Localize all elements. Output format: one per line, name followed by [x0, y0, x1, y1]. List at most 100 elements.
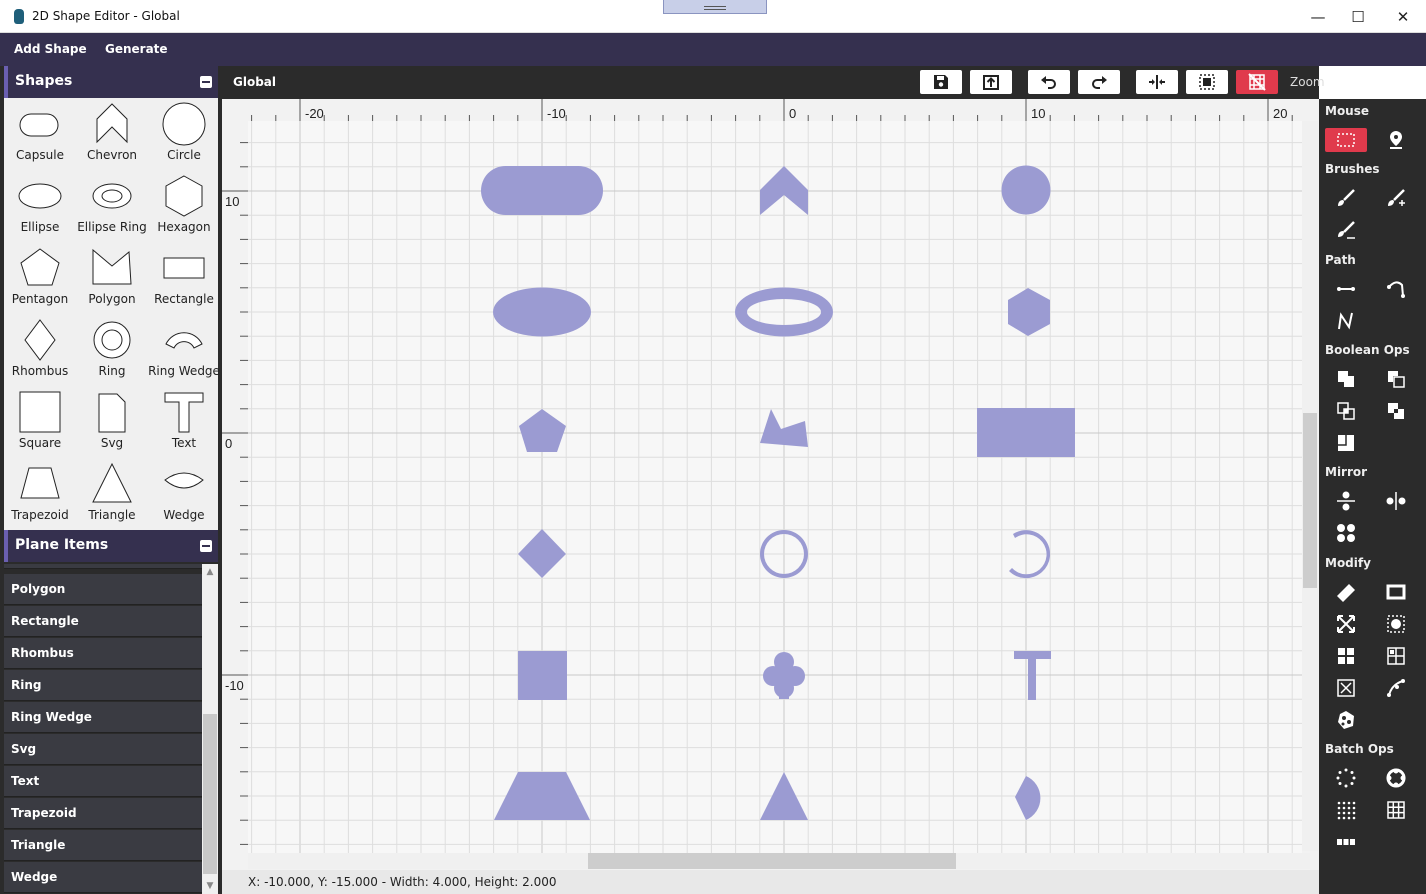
shape-rectangle[interactable]: Rectangle	[148, 242, 220, 314]
canvas-circle[interactable]	[1001, 165, 1051, 215]
node-edit-button[interactable]	[1375, 676, 1417, 700]
brush-add-button[interactable]	[1375, 186, 1417, 210]
mirror-horizontal-button[interactable]	[1375, 489, 1417, 513]
outline-button[interactable]	[1375, 580, 1417, 604]
plane-items-scrollbar[interactable]: ▲ ▼	[202, 564, 218, 894]
shape-circle[interactable]: Circle	[148, 98, 220, 170]
smooth-button[interactable]	[1325, 708, 1367, 732]
shape-text[interactable]: Text	[148, 386, 220, 458]
canvas-rectangle[interactable]	[977, 408, 1075, 457]
maximize-button[interactable]: ☐	[1340, 5, 1376, 29]
radial-array-button[interactable]	[1325, 766, 1367, 790]
bounding-box-button[interactable]	[1325, 676, 1367, 700]
list-item[interactable]: Rhombus	[4, 638, 202, 669]
ellipse-icon	[18, 183, 62, 209]
vertical-scrollbar[interactable]	[1302, 121, 1318, 851]
shape-trapezoid[interactable]: Trapezoid	[4, 458, 76, 530]
scroll-thumb[interactable]	[203, 714, 217, 874]
scroll-up-icon[interactable]: ▲	[202, 564, 218, 580]
eraser-button[interactable]	[1325, 580, 1367, 604]
minimize-button[interactable]: —	[1300, 5, 1336, 29]
list-item[interactable]: Polygon	[4, 574, 202, 605]
shape-capsule[interactable]: Capsule	[4, 98, 76, 170]
canvas-square[interactable]	[518, 651, 567, 700]
shape-ring-wedge[interactable]: Ring Wedge	[148, 314, 220, 386]
list-item[interactable]: Rectangle	[4, 606, 202, 637]
undo-button[interactable]	[1028, 70, 1070, 94]
collapse-icon[interactable]	[200, 540, 212, 552]
zoom-out-button[interactable]	[1378, 70, 1418, 94]
grid-split-button[interactable]	[1325, 644, 1367, 668]
split-button[interactable]	[1325, 431, 1367, 455]
wedge-icon	[164, 472, 204, 489]
contract-button[interactable]	[1375, 612, 1417, 636]
shape-square[interactable]: Square	[4, 386, 76, 458]
left-panel: Shapes Capsule Chevron Circle Ellipse El…	[0, 66, 222, 894]
list-item[interactable]: Trapezoid	[4, 798, 202, 829]
dot-grid-button[interactable]	[1325, 798, 1367, 822]
close-button[interactable]: ✕	[1385, 5, 1421, 29]
shape-ellipse[interactable]: Ellipse	[4, 170, 76, 242]
svg-file-icon	[98, 393, 126, 433]
expand-button[interactable]	[1325, 612, 1367, 636]
brush-remove-icon	[1338, 221, 1355, 239]
menu-add-shape[interactable]: Add Shape	[14, 42, 87, 56]
mirror-both-button[interactable]	[1325, 521, 1367, 545]
brush-remove-button[interactable]	[1325, 218, 1367, 242]
canvas-capsule[interactable]	[481, 166, 603, 215]
fit-width-button[interactable]	[1136, 70, 1178, 94]
list-item[interactable]: Ring	[4, 670, 202, 701]
polyline-path-button[interactable]	[1325, 309, 1367, 333]
canvas-area[interactable]: -20 -10 0 10 20 10 0 -10 X: -10.000, Y: …	[222, 99, 1319, 894]
shape-polygon[interactable]: Polygon	[76, 242, 148, 314]
shape-ellipse-ring[interactable]: Ellipse Ring	[76, 170, 148, 242]
union-button[interactable]	[1325, 367, 1367, 391]
brush-button[interactable]	[1325, 186, 1367, 210]
shape-svg[interactable]: Svg	[76, 386, 148, 458]
drag-handle[interactable]	[663, 0, 767, 14]
list-item[interactable]: Ring Wedge	[4, 702, 202, 733]
rect-array-button[interactable]	[1375, 798, 1417, 822]
scroll-down-icon[interactable]: ▼	[202, 878, 218, 894]
scroll-thumb[interactable]	[1303, 413, 1317, 588]
grid-toggle-button[interactable]	[1236, 70, 1278, 94]
list-item[interactable]: Wedge	[4, 862, 202, 893]
select-frame-button[interactable]	[1186, 70, 1228, 94]
linear-array-button[interactable]	[1325, 830, 1367, 854]
circular-pattern-button[interactable]	[1375, 766, 1417, 790]
collapse-icon[interactable]	[200, 76, 212, 88]
list-item[interactable]	[4, 564, 202, 569]
shape-canvas[interactable]: -20 -10 0 10 20 10 0 -10	[222, 99, 1302, 853]
canvas-ellipse[interactable]	[493, 287, 591, 337]
horizontal-scrollbar[interactable]	[248, 853, 1310, 869]
redo-button[interactable]	[1078, 70, 1120, 94]
save-button[interactable]	[920, 70, 962, 94]
pin-button[interactable]	[1375, 128, 1417, 152]
tile-button[interactable]	[1375, 644, 1417, 668]
zoom-in-button[interactable]	[1327, 70, 1367, 94]
shape-rhombus[interactable]: Rhombus	[4, 314, 76, 386]
list-item[interactable]: Svg	[4, 734, 202, 765]
subtract-button[interactable]	[1375, 367, 1417, 391]
section-mouse: Mouse	[1325, 104, 1370, 118]
mirror-vertical-button[interactable]	[1325, 489, 1367, 513]
intersect-button[interactable]	[1325, 399, 1367, 423]
shape-triangle[interactable]: Triangle	[76, 458, 148, 530]
list-item[interactable]: Text	[4, 766, 202, 797]
line-path-button[interactable]	[1325, 277, 1367, 301]
exclude-button[interactable]	[1375, 399, 1417, 423]
export-button[interactable]	[970, 70, 1012, 94]
scroll-thumb[interactable]	[588, 853, 956, 869]
intersect-icon	[1337, 402, 1355, 420]
shape-pentagon[interactable]: Pentagon	[4, 242, 76, 314]
list-item[interactable]: Triangle	[4, 830, 202, 861]
menu-generate[interactable]: Generate	[105, 42, 168, 56]
shape-chevron[interactable]: Chevron	[76, 98, 148, 170]
shape-ring[interactable]: Ring	[76, 314, 148, 386]
polyline-path-icon	[1338, 312, 1353, 330]
shape-wedge[interactable]: Wedge	[148, 458, 220, 530]
shape-hexagon[interactable]: Hexagon	[148, 170, 220, 242]
rect-select-button[interactable]	[1325, 128, 1367, 152]
curve-path-button[interactable]	[1375, 277, 1417, 301]
rect-array-icon	[1387, 801, 1405, 819]
